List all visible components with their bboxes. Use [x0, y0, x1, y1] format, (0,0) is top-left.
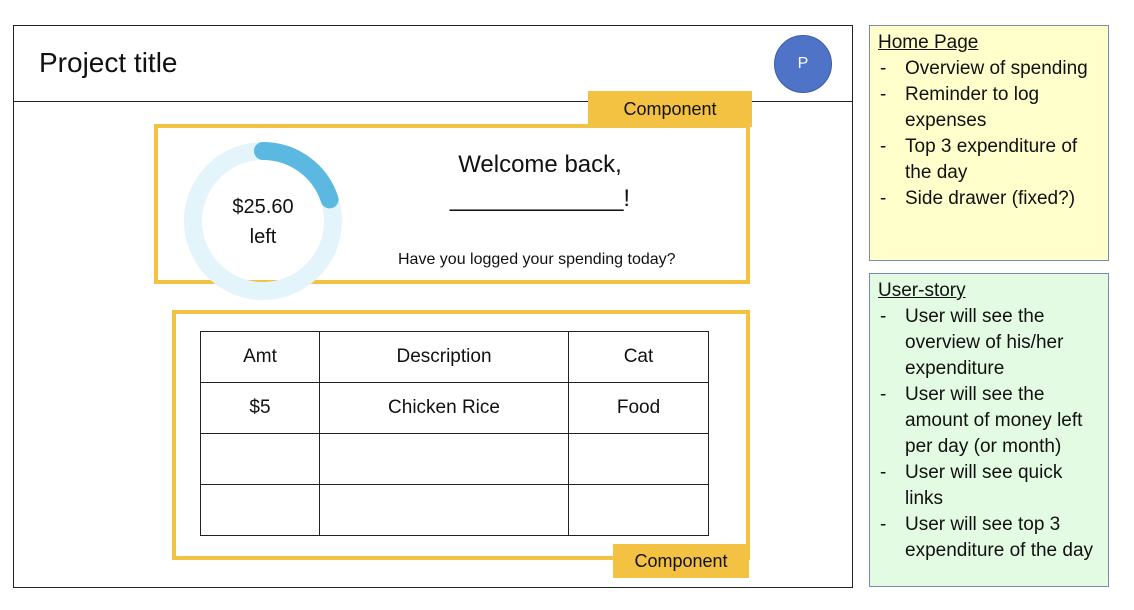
cell-category	[568, 433, 709, 485]
list-item: User will see the amount of money left p…	[878, 382, 1100, 460]
cell-amount: $5	[200, 382, 320, 434]
avatar[interactable]: P	[774, 35, 832, 93]
table-row[interactable]	[200, 433, 709, 485]
list-item: User will see top 3 expenditure of the d…	[878, 512, 1100, 564]
budget-amount: $25.60	[232, 196, 294, 218]
column-header-category: Cat	[568, 331, 709, 383]
home-page-note: Home Page Overview of spending Reminder …	[869, 25, 1109, 261]
log-reminder[interactable]: Have you logged your spending today?	[398, 251, 676, 269]
note-list: User will see the overview of his/her ex…	[878, 304, 1100, 564]
cell-amount	[200, 433, 320, 485]
note-title: User-story	[878, 280, 966, 301]
list-item: Side drawer (fixed?)	[878, 186, 1100, 212]
column-header-description: Description	[319, 331, 569, 383]
list-item: User will see quick links	[878, 460, 1100, 512]
welcome-greeting: Welcome back, _____________!	[410, 148, 670, 216]
cell-description	[319, 484, 569, 536]
cell-description	[319, 433, 569, 485]
greeting-text: Welcome back,	[458, 151, 622, 178]
list-item: Reminder to log expenses	[878, 82, 1100, 134]
list-item: User will see the overview of his/her ex…	[878, 304, 1100, 382]
note-title: Home Page	[878, 32, 979, 53]
column-header-amount: Amt	[200, 331, 320, 383]
username-blank: _____________!	[449, 185, 631, 212]
table-header-row: Amt Description Cat	[200, 331, 709, 383]
component-label-top: Component	[588, 91, 752, 127]
component-label-bottom: Component	[613, 544, 749, 578]
table-row[interactable]: $5 Chicken Rice Food	[200, 382, 709, 434]
table-row[interactable]	[200, 484, 709, 536]
cell-amount	[200, 484, 320, 536]
cell-description: Chicken Rice	[319, 382, 569, 434]
budget-remaining: $25.60 left	[195, 192, 331, 252]
user-story-note: User-story User will see the overview of…	[869, 273, 1109, 587]
budget-suffix: left	[249, 226, 277, 248]
note-list: Overview of spending Reminder to log exp…	[878, 56, 1100, 212]
project-title: Project title	[39, 47, 178, 78]
expenses-table: Amt Description Cat $5 Chicken Rice Food	[200, 331, 709, 536]
cell-category: Food	[568, 382, 709, 434]
list-item: Top 3 expenditure of the day	[878, 134, 1100, 186]
cell-category	[568, 484, 709, 536]
list-item: Overview of spending	[878, 56, 1100, 82]
